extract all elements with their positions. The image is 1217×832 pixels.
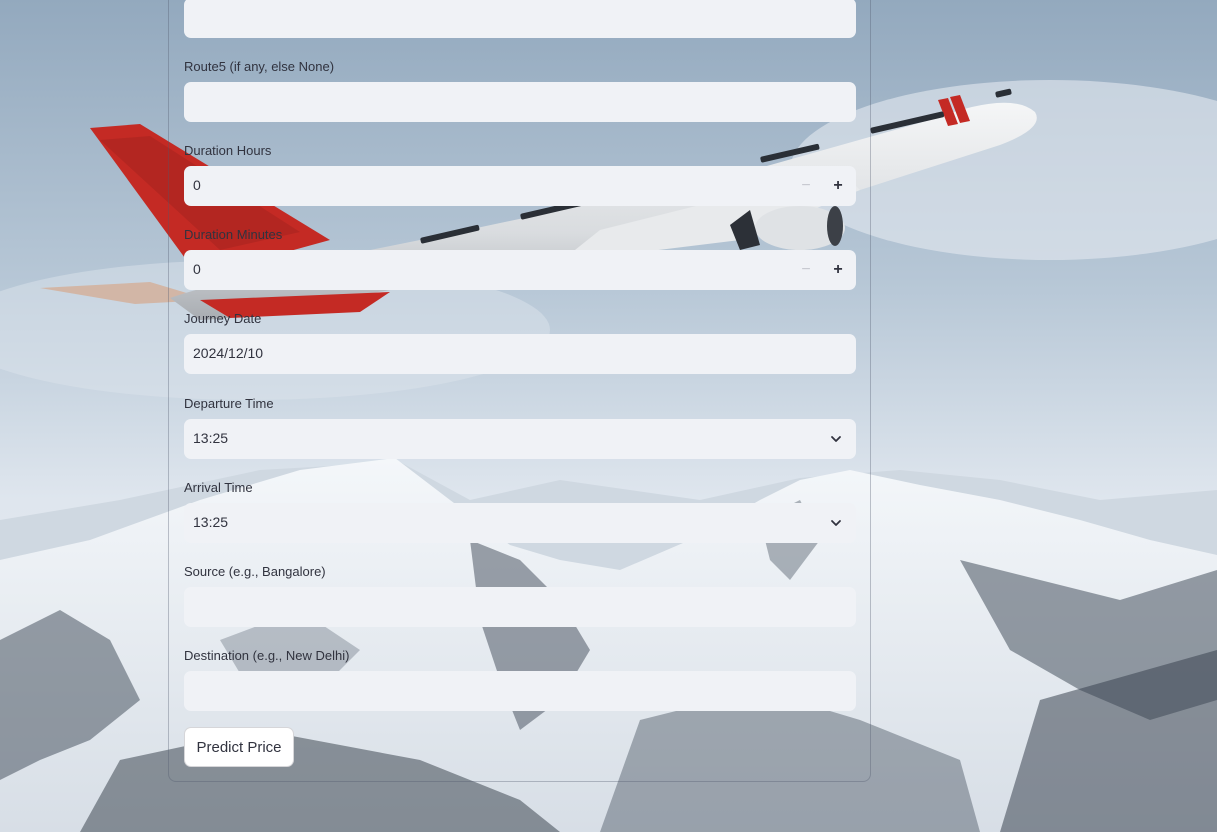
route5-label: Route5 (if any, else None) [184,59,335,74]
route4-text-input[interactable] [184,0,856,38]
chevron-down-icon[interactable] [830,433,842,445]
source-input[interactable] [184,587,856,627]
duration-minutes-stepper[interactable]: 0 − + [184,250,856,290]
destination-input[interactable] [184,671,856,711]
duration-minutes-label: Duration Minutes [184,227,283,242]
duration-hours-plus-icon[interactable]: + [822,166,854,206]
destination-text-input[interactable] [184,671,856,711]
departure-time-select[interactable]: 13:25 [184,419,856,459]
route5-text-input[interactable] [184,82,856,122]
source-text-input[interactable] [184,587,856,627]
departure-time-value[interactable]: 13:25 [193,430,228,446]
arrival-time-select[interactable]: 13:25 [184,503,856,543]
arrival-time-value[interactable]: 13:25 [193,514,228,530]
chevron-down-icon[interactable] [830,517,842,529]
departure-time-label: Departure Time [184,396,274,411]
duration-hours-label: Duration Hours [184,143,272,158]
duration-hours-minus-icon[interactable]: − [790,166,822,206]
duration-hours-value[interactable]: 0 [193,177,201,193]
route5-input[interactable] [184,82,856,122]
route4-input[interactable] [184,0,856,38]
duration-minutes-value[interactable]: 0 [193,261,201,277]
destination-label: Destination (e.g., New Delhi) [184,648,350,663]
journey-date-value[interactable]: 2024/12/10 [193,345,263,361]
arrival-time-label: Arrival Time [184,480,253,495]
predict-price-button[interactable]: Predict Price [184,727,294,767]
journey-date-input[interactable]: 2024/12/10 [184,334,856,374]
source-label: Source (e.g., Bangalore) [184,564,326,579]
duration-minutes-minus-icon[interactable]: − [790,250,822,290]
duration-minutes-plus-icon[interactable]: + [822,250,854,290]
journey-date-label: Journey Date [184,311,262,326]
duration-hours-stepper[interactable]: 0 − + [184,166,856,206]
